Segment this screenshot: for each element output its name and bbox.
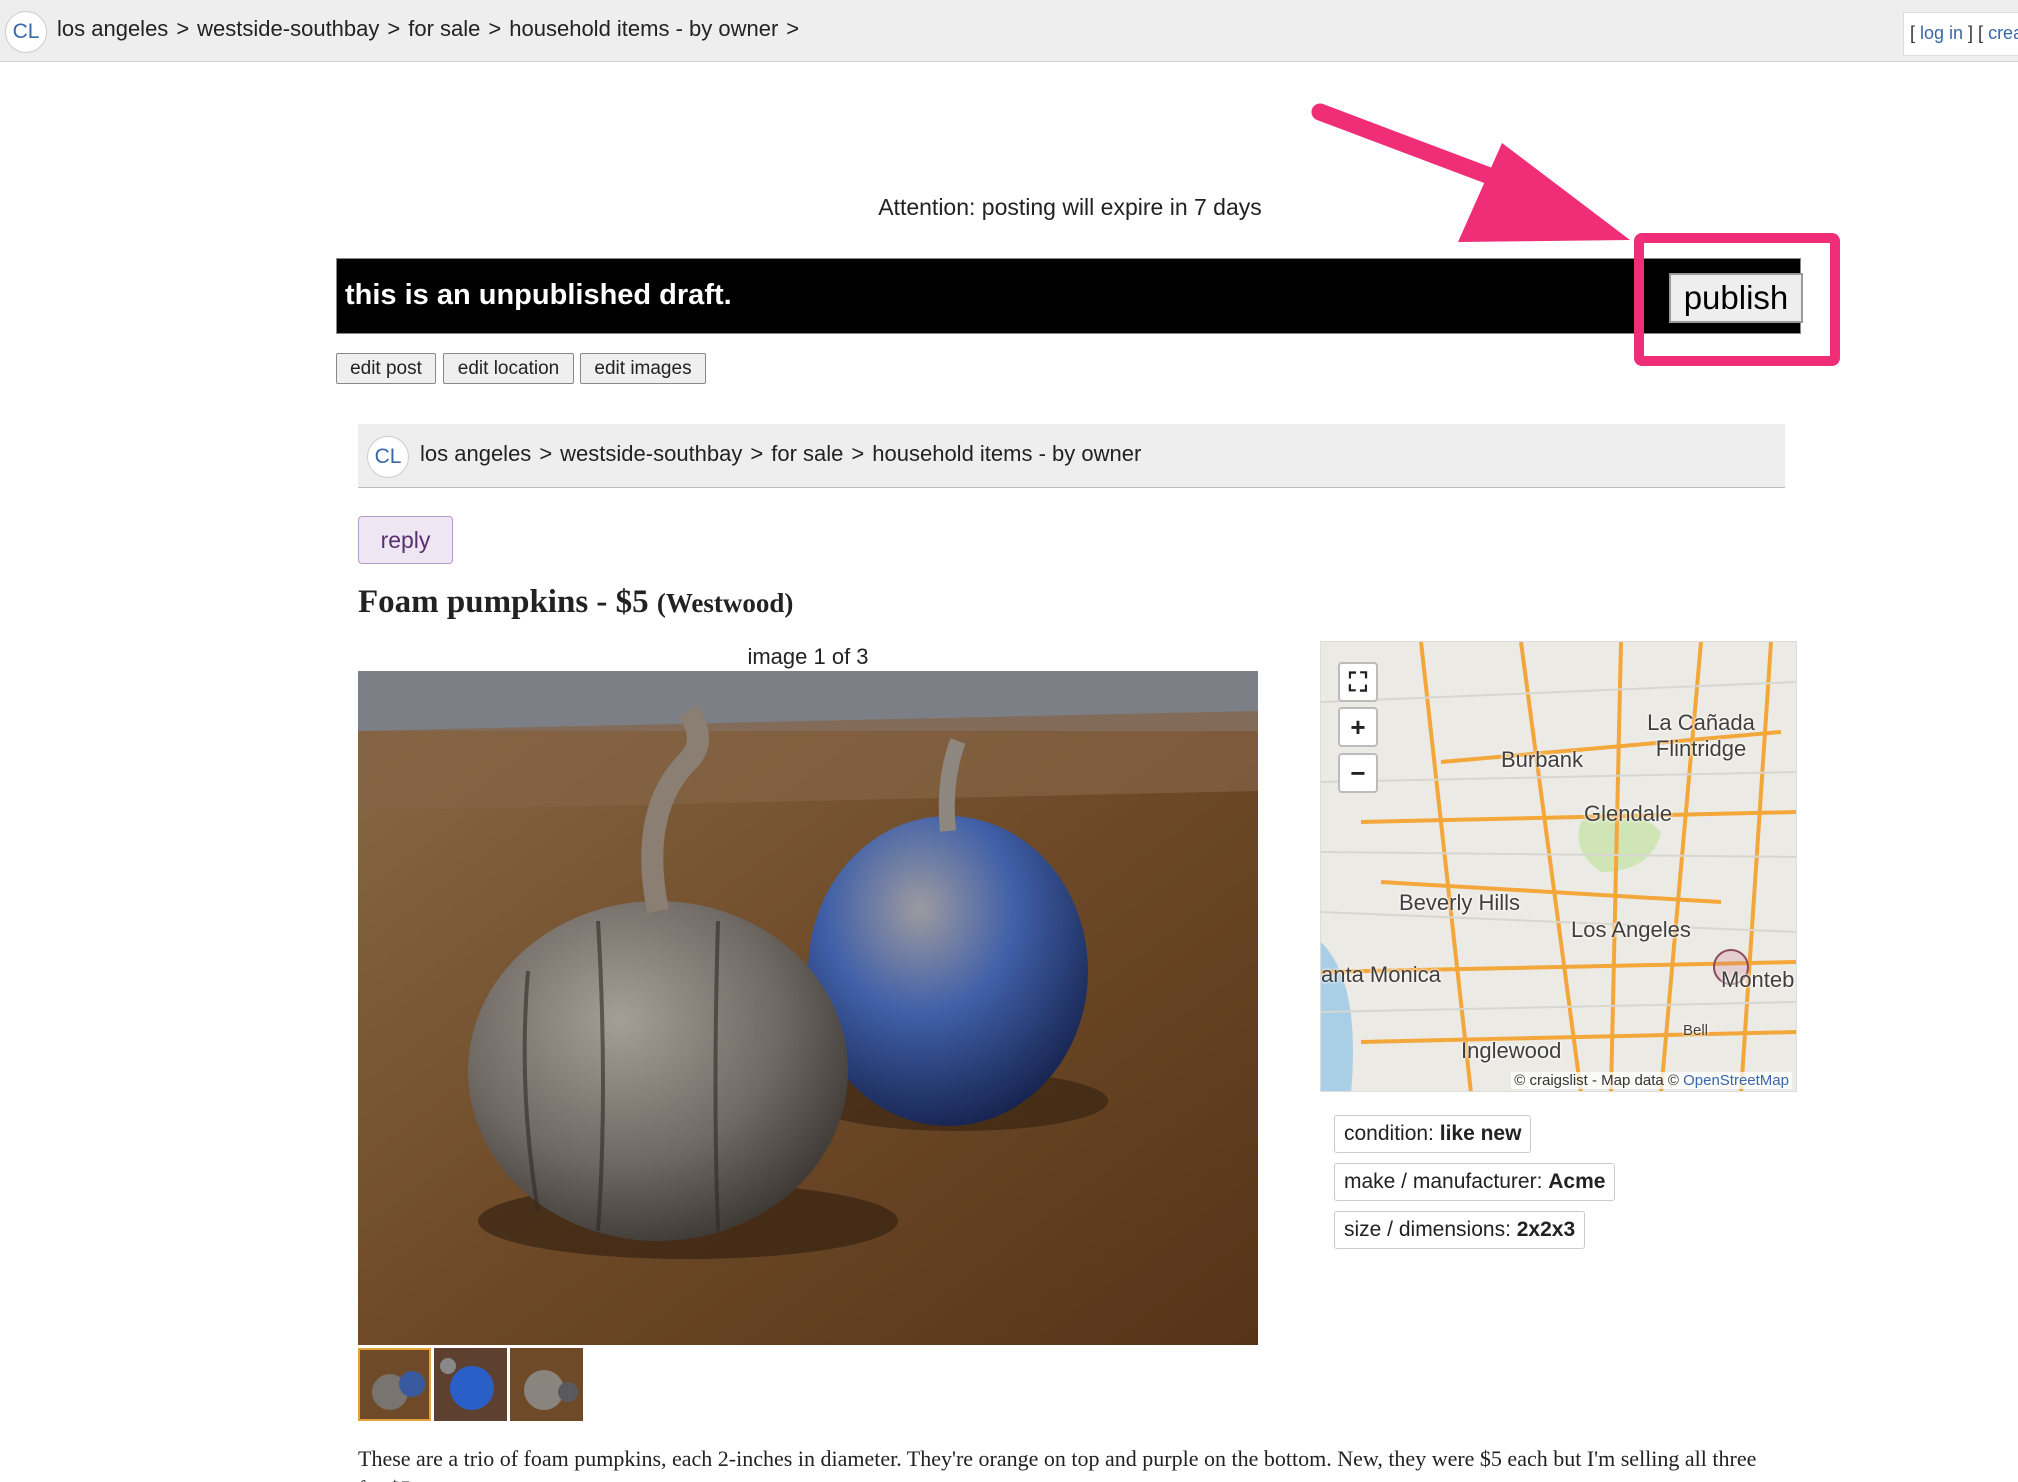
breadcrumb-item-westside-southbay[interactable]: westside-southbay bbox=[197, 16, 379, 41]
breadcrumb-item-los-angeles[interactable]: los angeles bbox=[57, 16, 168, 41]
craigslist-logo[interactable]: CL bbox=[367, 436, 409, 478]
edit-post-button[interactable]: edit post bbox=[336, 353, 436, 384]
bracket-text: ] [ bbox=[1963, 23, 1989, 43]
attribute-value: 2x2x3 bbox=[1516, 1218, 1576, 1241]
map-label-glendale: Glendale bbox=[1584, 801, 1673, 826]
map-label-beverly-hills: Beverly Hills bbox=[1399, 890, 1521, 915]
listing-main-image[interactable] bbox=[358, 671, 1258, 1345]
openstreetmap-link[interactable]: OpenStreetMap bbox=[1683, 1072, 1789, 1089]
expiry-notice: Attention: posting will expire in 7 days bbox=[878, 194, 1262, 220]
breadcrumb-item-los-angeles[interactable]: los angeles bbox=[420, 441, 531, 466]
breadcrumb-item-household-items[interactable]: household items - by owner bbox=[509, 16, 778, 41]
listing-description: These are a trio of foam pumpkins, each … bbox=[358, 1446, 1757, 1482]
thumbnail-2[interactable] bbox=[434, 1348, 507, 1421]
attribute-condition: condition: like new bbox=[1334, 1115, 1532, 1153]
pumpkin-photo bbox=[358, 671, 1258, 1345]
bracket-text: [ bbox=[1910, 23, 1921, 43]
map-attribution-text: © craigslist - Map data © bbox=[1514, 1072, 1684, 1089]
draft-message: this is an unpublished draft. bbox=[345, 279, 732, 311]
attribute-value[interactable]: like new bbox=[1440, 1122, 1522, 1145]
breadcrumb-item-westside-southbay[interactable]: westside-southbay bbox=[560, 441, 742, 466]
thumbnail-image bbox=[510, 1348, 583, 1421]
zoom-out-button[interactable]: − bbox=[1338, 753, 1378, 793]
breadcrumb: los angeles > westside-southbay > for sale > h… bbox=[57, 16, 807, 42]
craigslist-logo[interactable]: CL bbox=[5, 11, 47, 53]
publish-button[interactable]: publish bbox=[1669, 273, 1803, 323]
map-attribution: © craigslist - Map data © OpenStreetMap bbox=[1511, 1072, 1792, 1089]
thumbnail-image bbox=[434, 1348, 507, 1421]
attribute-label: make / manufacturer: bbox=[1344, 1170, 1549, 1193]
edit-location-button[interactable]: edit location bbox=[443, 353, 574, 384]
breadcrumb-item-household-items[interactable]: household items - by owner bbox=[872, 441, 1141, 466]
thumbnail-1[interactable] bbox=[358, 1348, 431, 1421]
attribute-label: condition: bbox=[1344, 1122, 1440, 1145]
breadcrumb-item-for-sale[interactable]: for sale bbox=[771, 441, 843, 466]
create-account-link[interactable]: create bbox=[1988, 23, 2018, 43]
listing-title: Foam pumpkins - $5 (Westwood) bbox=[358, 584, 793, 621]
top-bar: CL los angeles > westside-southbay > for sal… bbox=[0, 0, 2018, 62]
draft-banner: this is an unpublished draft. bbox=[336, 258, 1801, 334]
attribute-dimensions: size / dimensions: 2x2x3 bbox=[1334, 1211, 1586, 1249]
map-label-bell: Bell bbox=[1683, 1022, 1709, 1039]
breadcrumb-separator: > bbox=[851, 441, 865, 466]
user-links: [ log in ] [ create bbox=[1903, 12, 2018, 56]
breadcrumb: los angeles > westside-southbay > for sale > h… bbox=[420, 441, 1141, 467]
map-label-santa-monica: anta Monica bbox=[1321, 962, 1441, 987]
breadcrumb-separator: > bbox=[750, 441, 764, 466]
map-label-los-angeles: Los Angeles bbox=[1571, 917, 1691, 942]
map-label-burbank: Burbank bbox=[1501, 747, 1583, 772]
breadcrumb-separator: > bbox=[539, 441, 553, 466]
map-label-la-canada: La Cañada Flintridge bbox=[1647, 710, 1755, 761]
listing-location: (Westwood) bbox=[656, 588, 794, 618]
zoom-in-button[interactable]: + bbox=[1338, 707, 1378, 747]
listing-title-text: Foam pumpkins - $5 bbox=[358, 584, 649, 620]
breadcrumb-separator: > bbox=[786, 16, 800, 41]
attribute-value: Acme bbox=[1548, 1170, 1606, 1193]
thumbnail-3[interactable] bbox=[510, 1348, 583, 1421]
map-label-montebello: Monteb bbox=[1721, 967, 1795, 992]
attribute-manufacturer: make / manufacturer: Acme bbox=[1334, 1163, 1616, 1201]
edit-images-button[interactable]: edit images bbox=[580, 353, 706, 384]
annotation-arrow-icon bbox=[1311, 103, 1630, 242]
reply-button[interactable]: reply bbox=[358, 516, 453, 564]
login-link[interactable]: log in bbox=[1920, 23, 1963, 43]
attribute-label: size / dimensions: bbox=[1344, 1218, 1517, 1241]
listing-breadcrumb-bar: CL los angeles > westside-southbay > for sal… bbox=[358, 424, 1785, 488]
image-counter: image 1 of 3 bbox=[747, 644, 869, 669]
map-label-inglewood: Inglewood bbox=[1461, 1038, 1562, 1063]
breadcrumb-separator: > bbox=[176, 16, 190, 41]
breadcrumb-item-for-sale[interactable]: for sale bbox=[408, 16, 480, 41]
breadcrumb-separator: > bbox=[488, 16, 502, 41]
location-map[interactable]: ⛶ + − La Cañada Flintridge Burbank Glend… bbox=[1320, 641, 1797, 1092]
thumbnail-image bbox=[360, 1350, 429, 1419]
fullscreen-icon[interactable]: ⛶ bbox=[1338, 662, 1378, 702]
breadcrumb-separator: > bbox=[387, 16, 401, 41]
